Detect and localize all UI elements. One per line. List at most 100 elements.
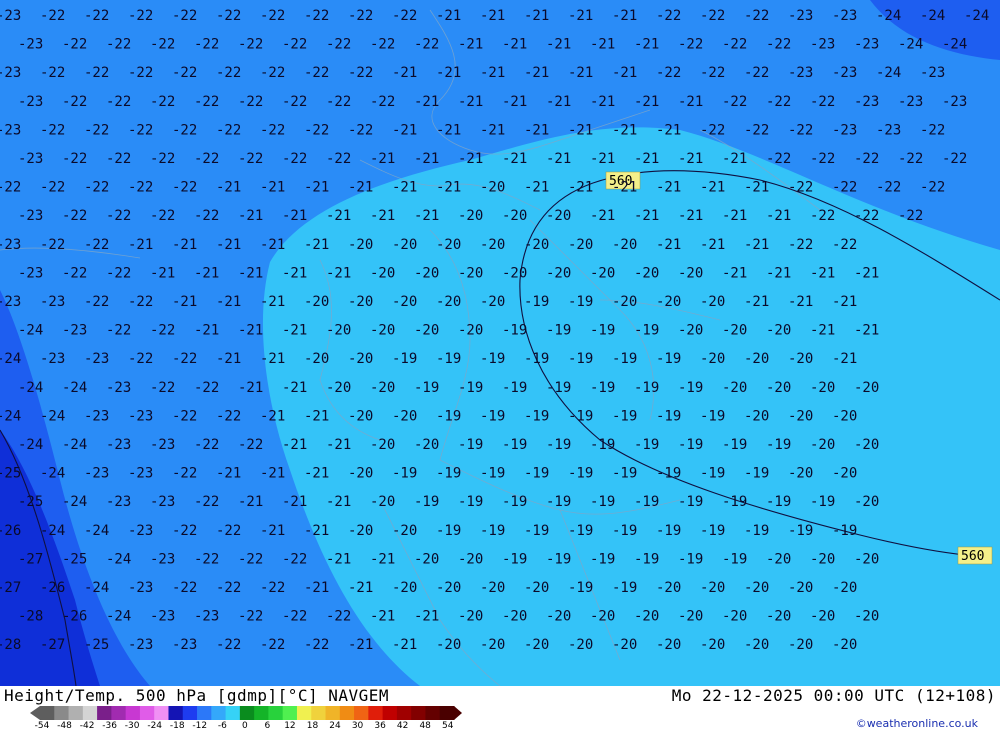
temperature-label: -23: [788, 65, 813, 81]
temperature-label: -20: [370, 437, 395, 453]
temperature-label: -19: [590, 494, 615, 510]
temperature-label: -20: [458, 551, 483, 567]
temperature-label: -19: [744, 466, 769, 482]
credit-link[interactable]: ©weatheronline.co.uk: [856, 717, 978, 730]
temperature-label: -19: [656, 351, 681, 367]
temperature-label: -22: [898, 151, 923, 167]
temperature-label: -19: [700, 523, 725, 539]
temperature-label: -20: [634, 265, 659, 281]
temperature-label: -21: [172, 294, 197, 310]
temperature-label: -21: [854, 323, 879, 339]
temperature-label: -21: [304, 408, 329, 424]
temperature-label: -20: [722, 323, 747, 339]
temperature-label: -20: [810, 380, 835, 396]
temperature-label: -20: [766, 551, 791, 567]
temperature-label: -20: [854, 551, 879, 567]
temperature-label: -20: [348, 237, 373, 253]
temperature-label: -24: [84, 580, 109, 596]
temperature-label: -20: [392, 408, 417, 424]
temperature-label: -20: [788, 408, 813, 424]
temperature-label: -21: [744, 294, 769, 310]
temperature-label: -21: [634, 151, 659, 167]
temperature-label: -21: [634, 94, 659, 110]
temperature-label: -21: [524, 122, 549, 138]
temperature-label: -21: [326, 265, 351, 281]
temperature-label: -21: [392, 122, 417, 138]
temperature-label: -22: [62, 265, 87, 281]
temperature-label: -24: [106, 551, 131, 567]
temperature-label: -20: [392, 523, 417, 539]
temperature-label: -22: [656, 8, 681, 24]
temperature-label: -21: [480, 65, 505, 81]
temperature-label: -22: [832, 180, 857, 196]
temperature-label: -20: [348, 466, 373, 482]
temperature-label: -22: [216, 408, 241, 424]
temperature-label: -20: [766, 323, 791, 339]
temperature-label: -22: [216, 523, 241, 539]
temperature-label: -24: [920, 8, 945, 24]
temperature-label: -23: [150, 609, 175, 625]
temperature-label: -21: [568, 180, 593, 196]
colorbar-tick-label: 18: [306, 721, 319, 731]
temperature-label: -23: [832, 122, 857, 138]
temperature-label: -19: [458, 380, 483, 396]
temperature-label: -21: [260, 351, 285, 367]
temperature-label: -22: [172, 466, 197, 482]
temperature-label: -20: [810, 437, 835, 453]
temperature-label: -20: [436, 294, 461, 310]
temperature-label: -22: [766, 37, 791, 53]
temperature-label: -20: [700, 637, 725, 653]
temperature-label: -20: [502, 609, 527, 625]
color-scale-bar: [30, 706, 462, 720]
temperature-label: -21: [370, 551, 395, 567]
temperature-label: -19: [700, 466, 725, 482]
temperature-label: -21: [700, 237, 725, 253]
temperature-label: -20: [370, 265, 395, 281]
temperature-label: -22: [414, 37, 439, 53]
temperature-label: -19: [678, 494, 703, 510]
temperature-label: -19: [524, 523, 549, 539]
temperature-label: -21: [216, 351, 241, 367]
colorbar-tick-label: 42: [396, 721, 409, 731]
colorbar-tick-label: 48: [419, 721, 431, 731]
temperature-label: -24: [18, 323, 43, 339]
temperature-label: -22: [304, 65, 329, 81]
temperature-label: -22: [656, 65, 681, 81]
temperature-label: -23: [854, 94, 879, 110]
temperature-label: -19: [436, 523, 461, 539]
temperature-label: -24: [62, 437, 87, 453]
temperature-label: -22: [128, 351, 153, 367]
temperature-label: -22: [370, 37, 395, 53]
colorbar-swatch: [254, 706, 269, 720]
temperature-label: -22: [348, 8, 373, 24]
temperature-label: -22: [810, 208, 835, 224]
temperature-label: -23: [84, 466, 109, 482]
temperature-label: -21: [414, 151, 439, 167]
temperature-label: -19: [524, 294, 549, 310]
temperature-label: -20: [656, 580, 681, 596]
temperature-label: -21: [392, 65, 417, 81]
temperature-label: -21: [436, 8, 461, 24]
temperature-label: -22: [40, 122, 65, 138]
temperature-label: -20: [722, 609, 747, 625]
temperature-label: -21: [502, 151, 527, 167]
temperature-label: -21: [590, 151, 615, 167]
temperature-label: -20: [788, 466, 813, 482]
temperature-label: -19: [546, 380, 571, 396]
temperature-label: -22: [128, 294, 153, 310]
temperature-label: -21: [150, 265, 175, 281]
temperature-label: -19: [458, 437, 483, 453]
temperature-label: -19: [480, 523, 505, 539]
temperature-label: -20: [722, 380, 747, 396]
temperature-label: -20: [744, 351, 769, 367]
temperature-label: -21: [414, 609, 439, 625]
temperature-label: -20: [568, 237, 593, 253]
temperature-label: -22: [282, 151, 307, 167]
temperature-label: -20: [370, 323, 395, 339]
temperature-label: -22: [62, 208, 87, 224]
colorbar-swatch: [211, 706, 227, 720]
temperature-label: -21: [194, 323, 219, 339]
temperature-label: -23: [18, 37, 43, 53]
temperature-label: -21: [282, 208, 307, 224]
temperature-label: -25: [62, 551, 87, 567]
